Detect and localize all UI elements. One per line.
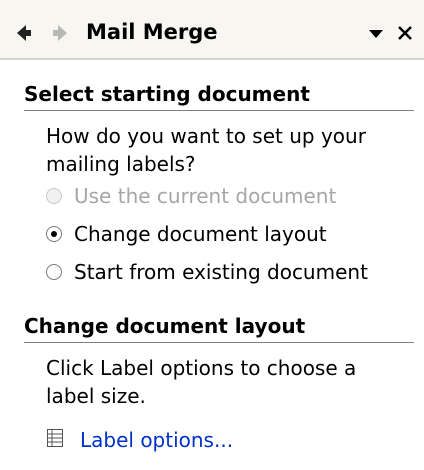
radio-option-start-from-existing-document[interactable]: Start from existing document xyxy=(46,258,368,286)
chevron-down-icon[interactable] xyxy=(366,22,386,46)
section-divider xyxy=(24,110,414,111)
back-arrow-icon[interactable] xyxy=(14,18,38,48)
radio-option-use-current-document: Use the current document xyxy=(46,182,336,210)
pane-title: Mail Merge xyxy=(86,20,218,44)
radio-button[interactable] xyxy=(46,264,62,280)
radio-label: Use the current document xyxy=(74,184,337,208)
label-options-link[interactable]: Label options... xyxy=(80,428,233,452)
radio-label[interactable]: Start from existing document xyxy=(74,260,368,284)
document-icon xyxy=(46,428,64,452)
setup-prompt: How do you want to set up your mailing l… xyxy=(46,124,366,176)
task-pane-content: Select starting document How do you want… xyxy=(0,60,424,470)
close-icon[interactable] xyxy=(394,20,416,46)
radio-option-change-document-layout[interactable]: Change document layout xyxy=(46,220,327,248)
forward-arrow-icon xyxy=(46,18,70,48)
label-instructions: Click Label options to choose a label si… xyxy=(46,356,357,408)
radio-button xyxy=(46,188,62,204)
task-pane-titlebar: Mail Merge xyxy=(0,14,424,54)
section-divider xyxy=(24,342,414,343)
label-options-link-row[interactable]: Label options... xyxy=(46,426,233,454)
section-heading-select-starting-document: Select starting document xyxy=(24,82,310,106)
radio-button[interactable] xyxy=(46,226,62,242)
radio-label[interactable]: Change document layout xyxy=(74,222,327,246)
section-heading-change-document-layout: Change document layout xyxy=(24,314,306,338)
